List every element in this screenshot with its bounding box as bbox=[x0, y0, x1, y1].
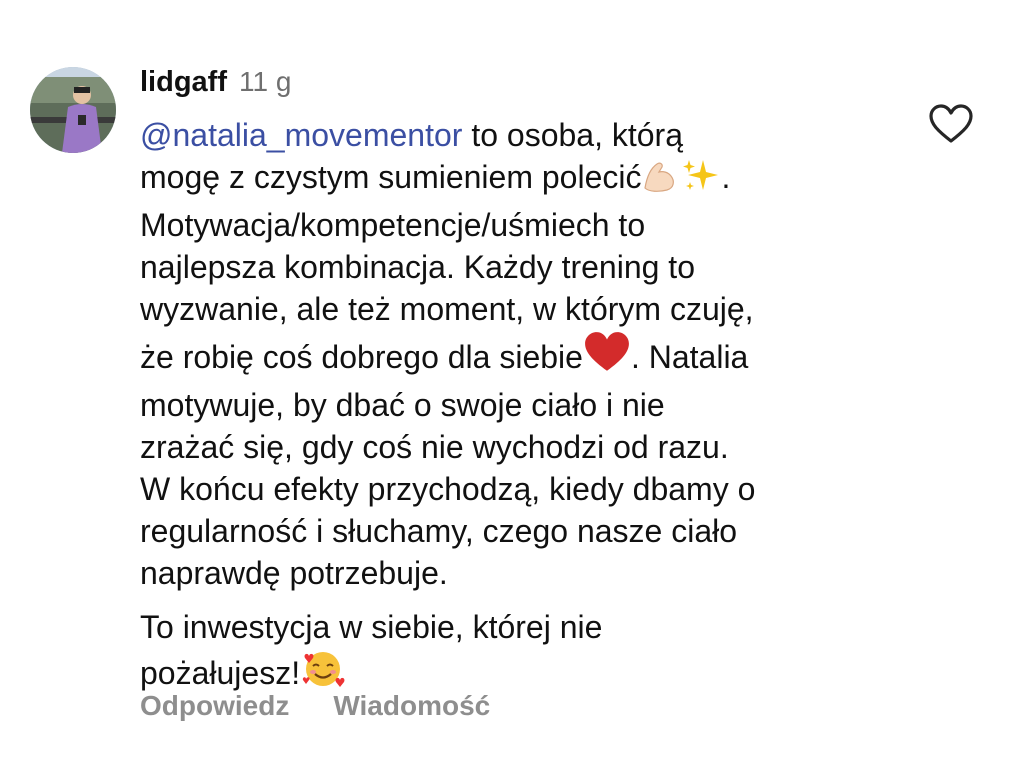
avatar[interactable] bbox=[30, 67, 116, 153]
comment-line: pożałujesz! bbox=[140, 655, 301, 691]
mention-link[interactable]: @natalia_movementor bbox=[140, 117, 462, 153]
comment-line: Motywacja/kompetencje/uśmiech to bbox=[140, 207, 646, 243]
comment-line: To inwestycja w siebie, której nie bbox=[140, 609, 603, 645]
comment-line: że robię coś dobrego dla siebie bbox=[140, 339, 583, 375]
heart-outline-icon bbox=[929, 104, 973, 143]
comment-line: motywuje, by dbać o swoje ciało i nie bbox=[140, 387, 665, 423]
comment-line: . Natalia bbox=[630, 339, 749, 375]
comment-line: . bbox=[721, 159, 731, 195]
comment-line: regularność i słuchamy, czego nasze ciał… bbox=[140, 513, 738, 549]
comment-header: lidgaff 11 g bbox=[140, 66, 291, 102]
avatar-photo bbox=[30, 67, 116, 153]
flexed-biceps-emoji bbox=[641, 158, 681, 204]
comment-text-segment: to osoba, którą bbox=[462, 117, 683, 153]
message-button[interactable]: Wiadomość bbox=[333, 690, 490, 722]
comment-line: najlepsza kombinacja. Każdy trening to bbox=[140, 249, 695, 285]
like-button[interactable] bbox=[928, 104, 974, 144]
comment-line: wyzwanie, ale też moment, w którym czuję… bbox=[140, 291, 754, 327]
comment-line: naprawdę potrzebuje. bbox=[140, 555, 448, 591]
comment-line: mogę z czystym sumieniem polecić bbox=[140, 159, 642, 195]
timestamp: 11 g bbox=[239, 66, 292, 97]
comment-paragraph: To inwestycja w siebie, której nie pożału… bbox=[140, 606, 900, 700]
comment-line: zrażać się, gdy coś nie wychodzi od razu… bbox=[140, 429, 729, 465]
reply-button[interactable]: Odpowiedz bbox=[140, 690, 289, 722]
comment-text: @natalia_movementor to osoba, którą mogę … bbox=[140, 114, 900, 700]
comment-actions: Odpowiedz Wiadomość bbox=[140, 690, 490, 722]
comment-line: W końcu efekty przychodzą, kiedy dbamy o bbox=[140, 471, 756, 507]
red-heart-emoji bbox=[583, 330, 631, 384]
comment-paragraph: @natalia_movementor to osoba, którą mogę … bbox=[140, 114, 900, 594]
username[interactable]: lidgaff bbox=[140, 66, 227, 99]
sparkles-emoji bbox=[681, 158, 721, 204]
